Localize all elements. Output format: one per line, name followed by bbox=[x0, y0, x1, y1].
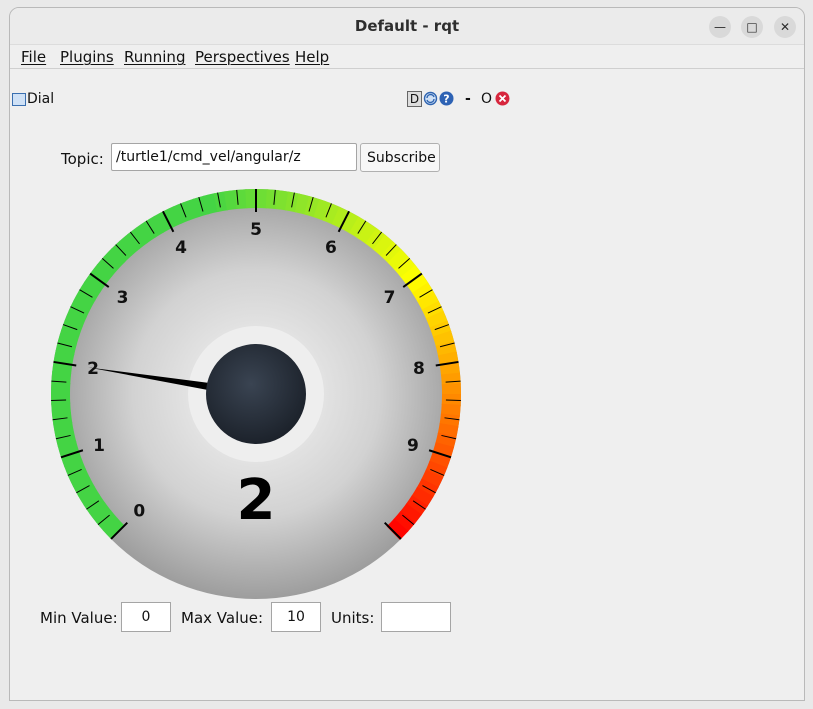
max-value-input[interactable] bbox=[271, 602, 321, 632]
max-value-label: Max Value: bbox=[181, 609, 264, 627]
menu-plugins[interactable]: Plugins bbox=[60, 48, 114, 66]
min-value-input[interactable] bbox=[121, 602, 171, 632]
tick-label: 0 bbox=[133, 502, 145, 522]
reload-icon[interactable] bbox=[423, 91, 438, 106]
subscribe-button[interactable]: Subscribe bbox=[360, 143, 440, 172]
float-dock-button[interactable]: O bbox=[481, 91, 492, 107]
help-icon[interactable]: ? bbox=[439, 91, 454, 106]
dial-knob[interactable] bbox=[206, 344, 306, 444]
window-title: Default - rqt bbox=[354, 17, 460, 35]
min-value-label: Min Value: bbox=[40, 609, 118, 627]
units-input[interactable] bbox=[381, 602, 451, 632]
tick-label: 3 bbox=[117, 288, 129, 308]
plugin-icon bbox=[12, 93, 26, 106]
dial-gauge[interactable]: 0 1 2 3 4 5 6 7 8 9 2 bbox=[41, 179, 471, 609]
value-display: 2 bbox=[237, 468, 276, 533]
ring-segment bbox=[51, 392, 71, 405]
debug-button[interactable]: D bbox=[407, 91, 422, 107]
minimize-icon[interactable]: — bbox=[709, 16, 731, 38]
tick-label: 5 bbox=[250, 220, 262, 240]
topic-label: Topic: bbox=[61, 150, 104, 168]
tick-label: 1 bbox=[93, 436, 105, 456]
menu-perspectives[interactable]: Perspectives bbox=[195, 48, 290, 66]
menu-help[interactable]: Help bbox=[295, 48, 329, 66]
units-label: Units: bbox=[331, 609, 375, 627]
tick-label: 9 bbox=[407, 436, 419, 456]
dock-title-bar[interactable]: Dial D ? - O bbox=[10, 90, 804, 110]
menu-file[interactable]: File bbox=[21, 48, 46, 66]
menu-bar: File Plugins Running Perspectives Help bbox=[10, 45, 804, 69]
minimize-dock-button[interactable]: - bbox=[465, 91, 471, 107]
tick-label: 8 bbox=[413, 359, 425, 379]
tick-label: 6 bbox=[325, 238, 337, 258]
close-dock-icon[interactable] bbox=[495, 91, 510, 106]
tick-label: 2 bbox=[87, 359, 99, 379]
rqt-window: Default - rqt — □ ✕ File Plugins Running… bbox=[9, 7, 805, 701]
close-icon[interactable]: ✕ bbox=[774, 16, 796, 38]
svg-text:?: ? bbox=[443, 93, 449, 106]
menu-running[interactable]: Running bbox=[124, 48, 185, 66]
plugin-title: Dial bbox=[27, 91, 55, 107]
title-bar[interactable]: Default - rqt — □ ✕ bbox=[10, 8, 804, 45]
ring-segment bbox=[441, 383, 461, 396]
tick-label: 4 bbox=[175, 238, 187, 258]
tick-label: 7 bbox=[384, 288, 396, 308]
topic-input[interactable] bbox=[111, 143, 357, 171]
maximize-icon[interactable]: □ bbox=[741, 16, 763, 38]
